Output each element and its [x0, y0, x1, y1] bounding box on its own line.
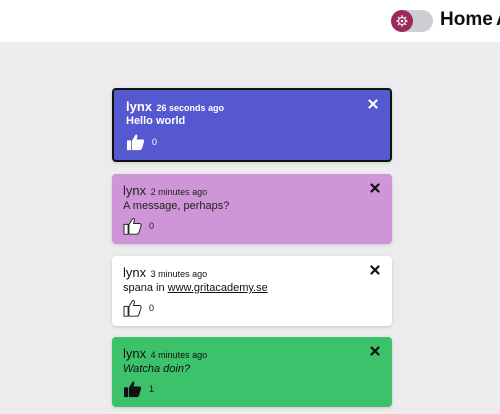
message-header: lynx 3 minutes ago [123, 264, 207, 282]
message-time: 3 minutes ago [150, 269, 208, 279]
thumbs-up-outline-icon[interactable] [123, 299, 143, 317]
thumbs-up-filled-icon[interactable] [123, 380, 143, 398]
close-icon[interactable] [370, 265, 380, 275]
gear-icon [396, 15, 408, 27]
message-card: lynx 3 minutes ago spana in www.gritacad… [112, 256, 392, 326]
message-author: lynx [123, 346, 147, 361]
like-control: 1 [123, 380, 154, 398]
message-text: Watcha doin? [123, 363, 191, 375]
top-navbar: Home A [0, 0, 500, 42]
message-author: lynx [126, 99, 153, 114]
thumbs-up-filled-icon[interactable] [126, 133, 146, 151]
message-link[interactable]: www.gritacademy.se [168, 282, 268, 294]
like-count: 0 [149, 221, 155, 231]
like-control: 0 [123, 217, 154, 235]
message-text: spana in www.gritacademy.se [123, 282, 268, 294]
message-author: lynx [123, 183, 147, 198]
nav-home-link[interactable]: Home [440, 9, 493, 31]
like-count: 0 [149, 303, 155, 313]
message-card: lynx 26 seconds ago Hello world 0 [112, 88, 392, 162]
close-icon[interactable] [370, 346, 380, 356]
message-text: A message, perhaps? [123, 200, 230, 212]
nav-next-link[interactable]: A [496, 9, 500, 31]
message-card: lynx 4 minutes ago Watcha doin? 1 [112, 337, 392, 407]
close-icon[interactable] [370, 183, 380, 193]
like-control: 0 [123, 299, 154, 317]
message-text-prefix: spana in [123, 282, 168, 294]
like-count: 0 [152, 137, 158, 147]
toggle-knob [391, 10, 413, 32]
theme-toggle[interactable] [391, 10, 433, 32]
like-control: 0 [126, 133, 157, 151]
message-time: 26 seconds ago [156, 103, 224, 113]
message-time: 4 minutes ago [150, 350, 208, 360]
message-header: lynx 2 minutes ago [123, 182, 207, 200]
like-count: 1 [149, 384, 155, 394]
message-time: 2 minutes ago [150, 187, 208, 197]
thumbs-up-outline-icon[interactable] [123, 217, 143, 235]
close-icon[interactable] [368, 99, 378, 109]
message-text: Hello world [126, 115, 186, 127]
message-header: lynx 26 seconds ago [126, 98, 224, 116]
message-author: lynx [123, 265, 147, 280]
message-header: lynx 4 minutes ago [123, 345, 207, 363]
message-card: lynx 2 minutes ago A message, perhaps? 0 [112, 174, 392, 244]
